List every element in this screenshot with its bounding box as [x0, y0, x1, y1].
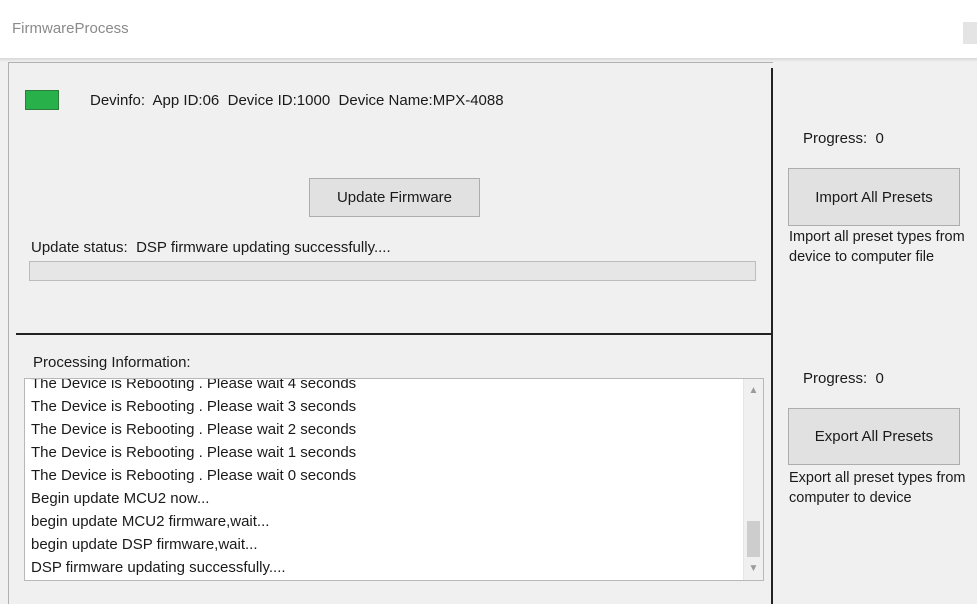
log-line: begin update MCU2 firmware,wait...	[31, 513, 270, 530]
update-progress-bar	[29, 261, 756, 281]
scroll-thumb[interactable]	[747, 521, 760, 557]
log-line: DSP firmware updating successfully....	[31, 559, 286, 576]
export-description: Export all preset types from computer to…	[789, 470, 966, 506]
device-status-indicator	[25, 90, 59, 110]
import-progress-value: 0	[875, 130, 884, 147]
title-bar: FirmwareProcess	[0, 0, 977, 58]
export-all-presets-button[interactable]: Export All Presets	[788, 408, 960, 465]
processing-info-label: Processing Information:	[33, 354, 191, 371]
device-info: Devinfo: App ID:06 Device ID:1000 Device…	[90, 92, 504, 109]
import-all-presets-button[interactable]: Import All Presets	[788, 168, 960, 226]
log-line: begin update DSP firmware,wait...	[31, 536, 258, 553]
window-title: FirmwareProcess	[12, 20, 129, 37]
app-id: App ID:06	[152, 92, 220, 109]
import-progress: Progress: 0	[803, 130, 884, 147]
log-line: The Device is Rebooting . Please wait 0 …	[31, 467, 357, 484]
log-line: The Device is Rebooting . Please wait 2 …	[31, 421, 357, 438]
log-line: Begin update MCU2 now...	[31, 490, 210, 507]
vertical-divider	[771, 68, 773, 604]
horizontal-divider	[16, 333, 773, 335]
close-button[interactable]	[963, 22, 977, 44]
device-id: Device ID:1000	[227, 92, 331, 109]
log-scrollbar[interactable]: ▲ ▼	[743, 379, 763, 580]
frame-border-left	[8, 62, 9, 604]
import-description: Import all preset types from device to c…	[789, 229, 965, 265]
device-name: Device Name:MPX-4088	[338, 92, 504, 109]
update-status: Update status: DSP firmware updating suc…	[31, 239, 391, 256]
log-line: The Device is Rebooting . Please wait 1 …	[31, 444, 357, 461]
export-progress-label: Progress:	[803, 370, 868, 387]
devinfo-label: Devinfo:	[90, 92, 146, 109]
frame-border-top	[8, 62, 773, 63]
scroll-down-icon[interactable]: ▼	[744, 563, 763, 574]
scroll-up-icon[interactable]: ▲	[744, 385, 763, 396]
log-line: The Device is Rebooting . Please wait 3 …	[31, 398, 357, 415]
processing-log[interactable]: The Device is Rebooting . Please wait 4 …	[24, 378, 764, 581]
log-line: The Device is Rebooting . Please wait 4 …	[31, 378, 357, 392]
export-progress: Progress: 0	[803, 370, 884, 387]
update-status-label: Update status:	[31, 239, 128, 256]
update-status-text: DSP firmware updating successfully....	[136, 239, 391, 256]
export-progress-value: 0	[875, 370, 884, 387]
log-lines: The Device is Rebooting . Please wait 4 …	[31, 378, 357, 579]
import-progress-label: Progress:	[803, 130, 868, 147]
update-firmware-button[interactable]: Update Firmware	[309, 178, 480, 217]
